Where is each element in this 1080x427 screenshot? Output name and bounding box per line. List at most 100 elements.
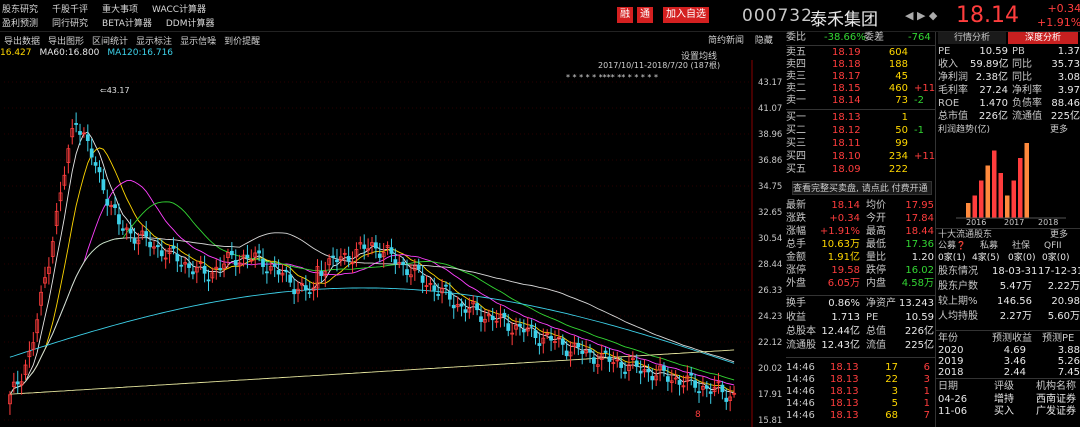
fund-value: 27.24 [979,85,1008,96]
kline-svg[interactable]: 43.17 41.07 38.96 36.86 34.75 32.65 30.54 28.44… [0,60,784,427]
rating-col: 日期 [938,381,958,392]
fund-value: 35.73 [1051,59,1080,70]
candle-body [346,256,351,262]
price-alert-button[interactable]: 到价提醒 [224,34,260,47]
y-axis-labels: 43.17 41.07 38.96 36.86 34.75 32.65 30.54 28.44… [758,78,782,426]
quote-row: 涨幅 +1.91% 最高 18.44 [786,226,936,238]
candle-body [564,350,569,357]
quote-row: 金额 1.91亿 量比 1.20 [786,252,936,264]
ask-price: 18.17 [832,71,861,82]
fund-label: 毛利率 [938,85,968,96]
profit-bar [998,173,1003,218]
candle-body [638,370,643,374]
ask-price: 18.19 [832,47,861,58]
candle-body [619,362,624,368]
ask-label: 卖五 [786,47,806,58]
candle-body [634,360,639,367]
menu-item[interactable]: WACC计算器 [152,2,206,15]
ask-volume: 73 [895,95,908,106]
rating-grade: 增持 [994,394,1014,405]
menu-item[interactable]: DDM计算器 [166,16,215,29]
tick-price: 18.13 [830,362,859,373]
y-tick-label: 28.44 [758,260,782,270]
quote-value: 1.20 [911,252,934,263]
quote-row: 最新 18.14 均价 17.95 [786,200,936,212]
tick-time: 14:46 [786,386,815,397]
tick-volume: 3 [891,386,898,397]
quote-value: 18.44 [905,226,934,237]
quote-value: 226亿 [904,326,934,337]
quote-label: 最低 [866,239,886,250]
hide-button[interactable]: 隐藏 [755,36,773,46]
quote-row: 外盘 6.05万 内盘 4.58万 [786,278,936,290]
export-image-button[interactable]: 导出图形 [48,34,84,47]
tab-deep-analysis[interactable]: 深度分析 [1008,32,1078,44]
candle-body [374,242,378,249]
menu-item[interactable]: 盈利预测 [2,16,38,29]
pay-unlock-button[interactable]: 查看完整买卖盘, 请点此 付费开通 [792,181,932,195]
menu-item[interactable]: 重大事项 [102,2,138,15]
fund-value: 88.46 [1051,98,1080,109]
quote-label: 总值 [866,326,886,337]
tab-market-analysis[interactable]: 行情分析 [938,32,1006,44]
show-signal-button[interactable]: 显示信噪 [180,34,216,47]
tick-row: 14:46 18.13 3 1 [786,386,936,398]
fund-label: 同比 [1012,72,1032,83]
forecast-col: 年份 [938,333,958,344]
fund-label: 同比 [1012,59,1032,70]
profit-bar [1005,195,1010,218]
profit-bar [966,203,971,218]
candle-body [677,380,682,385]
nav-arrows-icon[interactable]: ◀ ▶ ◆ [905,9,937,22]
bid-price: 18.11 [832,138,861,149]
candle-body [416,264,421,270]
fund-value: 1.470 [979,98,1008,109]
export-data-button[interactable]: 导出数据 [4,34,40,47]
candle-body [463,309,468,313]
candle-body [261,258,265,267]
candle-body [451,304,456,309]
candle-body [420,275,425,283]
candle-body [171,245,176,249]
y-tick-label: 26.33 [758,286,782,296]
menu-item[interactable]: 股东研究 [2,2,38,15]
candle-body [603,350,608,353]
bid-label: 买二 [786,125,806,136]
connect-button[interactable]: 通 [637,7,653,23]
ask-price: 18.14 [832,95,861,106]
more-link[interactable]: 更多 [1050,124,1068,136]
candle-body [607,356,612,362]
margin-button[interactable]: 融 [617,7,633,23]
candle-body [401,261,406,266]
candle-body [389,247,394,254]
quote-label: 流值 [866,340,886,351]
bid-row: 买二 18.12 50 -1 [786,125,936,137]
fund-label: PE [938,46,951,57]
menu-item[interactable]: 同行研究 [52,16,88,29]
forecast-header: 年份 预测收益 预测PE [938,333,1080,345]
range-stats-button[interactable]: 区间统计 [92,34,128,47]
quote-value: 10.63万 [821,239,860,250]
tick-row: 14:46 18.13 5 1 [786,398,936,410]
event-markers[interactable]: * * * * * **** ** * * * * * [566,73,658,82]
ask-label: 卖四 [786,59,806,70]
add-watchlist-button[interactable]: 加入自选 [663,7,709,23]
candle-body [588,349,592,353]
candle-body [490,315,495,321]
menu-item[interactable]: 千股千评 [52,2,88,15]
candle-body [288,274,293,283]
menu-item[interactable]: BETA计算器 [102,16,152,29]
holder-label: 股东户数 [938,281,978,292]
ask-volume: 604 [888,47,908,58]
candle-body [479,316,483,322]
ask-row: 卖四 18.18 188 [786,59,936,71]
candle-body [521,329,526,333]
news-button[interactable]: 简约新闻 [708,36,744,46]
fundamentals-panel: 行情分析 深度分析 PE 10.59 PB 1.37 收入 59.89亿 同比 35.73 净利… [936,32,1080,427]
tick-price: 18.13 [830,410,859,421]
profit-bar [1024,143,1029,218]
tick-time: 14:46 [786,398,815,409]
show-marks-button[interactable]: 显示标注 [136,34,172,47]
candle-body [623,371,627,374]
kline-chart[interactable]: 43.17 41.07 38.96 36.86 34.75 32.65 30.54 28.44… [0,52,784,427]
